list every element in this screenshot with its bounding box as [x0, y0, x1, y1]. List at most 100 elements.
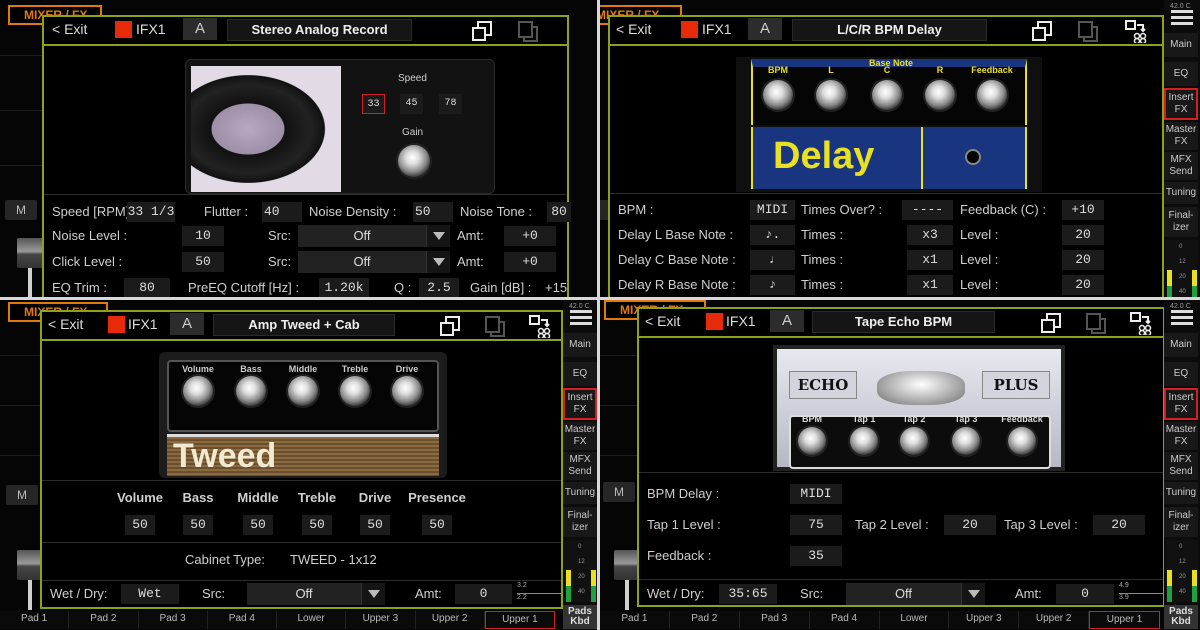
level-value[interactable]: 20 [1062, 275, 1104, 295]
q-value[interactable]: 2.5 [419, 278, 459, 297]
base-note-value[interactable]: ♩ [750, 250, 795, 270]
click-amt-value[interactable]: +0 [504, 252, 556, 272]
tab-pad-4[interactable]: Pad 4 [207, 611, 277, 629]
tap-2-knob[interactable] [900, 427, 928, 455]
c-knob[interactable] [872, 80, 902, 110]
volume-knob[interactable] [183, 376, 213, 406]
gain-db-value[interactable]: +15 [545, 278, 567, 297]
cabinet-type-value[interactable]: TWEED - 1x12 [290, 550, 377, 570]
sidebar-item-final-izer[interactable]: Final-izer [1164, 507, 1198, 537]
middle-knob[interactable] [288, 376, 318, 406]
bass-value[interactable]: 50 [183, 515, 213, 535]
tab-upper-1[interactable]: Upper 1 [484, 611, 555, 629]
pads-kbd-button[interactable]: Pads Kbd [563, 605, 597, 629]
bpm-delay-value[interactable]: MIDI [790, 484, 842, 504]
tap-3-knob[interactable] [952, 427, 980, 455]
times-value[interactable]: x1 [907, 250, 953, 270]
tab-pad-1[interactable]: Pad 1 [0, 611, 70, 629]
feedback-value[interactable]: 35 [790, 546, 842, 566]
click-level-value[interactable]: 50 [182, 252, 224, 272]
pads-kbd-button[interactable]: Pads Kbd [1164, 605, 1198, 629]
tap3-level-value[interactable]: 20 [1093, 515, 1145, 535]
sidebar-item-mfx-send[interactable]: MFX Send [1164, 152, 1198, 180]
exit-button[interactable]: < Exit [52, 21, 87, 37]
bass-knob[interactable] [236, 376, 266, 406]
sidebar-item-tuning[interactable]: Tuning [1164, 482, 1198, 504]
treble-knob[interactable] [340, 376, 370, 406]
noise-density-value[interactable]: 50 [413, 202, 453, 222]
base-note-value[interactable]: ♪. [750, 225, 795, 245]
effect-title[interactable]: Stereo Analog Record [227, 19, 412, 41]
drive-value[interactable]: 50 [360, 515, 390, 535]
sidebar-item-mfx-send[interactable]: MFX Send [563, 452, 597, 480]
copy-icon[interactable] [1039, 311, 1063, 335]
sidebar-item-main[interactable]: Main [1164, 33, 1198, 57]
paste-icon[interactable] [1084, 311, 1108, 335]
middle-value[interactable]: 50 [243, 515, 273, 535]
bpm-knob[interactable] [763, 80, 793, 110]
effect-title[interactable]: Tape Echo BPM [812, 311, 995, 333]
feedback-knob[interactable] [1008, 427, 1036, 455]
mute-button[interactable]: M [5, 200, 37, 220]
tab-upper-2[interactable]: Upper 2 [415, 611, 485, 629]
sidebar-item-final-izer[interactable]: Final-izer [563, 507, 597, 537]
noise-tone-value[interactable]: 80 [547, 202, 571, 222]
paste-icon[interactable] [483, 314, 507, 338]
feedback-c-value[interactable]: +10 [1062, 200, 1104, 220]
volume-value[interactable]: 50 [125, 515, 155, 535]
presence-value[interactable]: 50 [422, 515, 452, 535]
exit-button[interactable]: < Exit [645, 313, 680, 329]
sidebar-item-insert-fx[interactable]: Insert FX [563, 388, 597, 420]
noise-src-dropdown[interactable]: Off [298, 225, 450, 247]
sidebar-item-insert-fx[interactable]: Insert FX [1164, 88, 1198, 120]
copy-icon[interactable] [438, 314, 462, 338]
speed-78-button[interactable]: 78 [439, 94, 462, 114]
variant-button[interactable]: A [770, 310, 804, 332]
click-src-dropdown[interactable]: Off [298, 251, 450, 273]
bpm-value[interactable]: MIDI [750, 200, 795, 220]
tap2-level-value[interactable]: 20 [944, 515, 996, 535]
level-value[interactable]: 20 [1062, 250, 1104, 270]
sidebar-item-tuning[interactable]: Tuning [1164, 182, 1198, 204]
flutter-value[interactable]: 40 [262, 202, 302, 222]
fader-handle[interactable] [17, 238, 43, 268]
sidebar-item-final-izer[interactable]: Final-izer [1164, 207, 1198, 237]
drive-knob[interactable] [392, 376, 422, 406]
paste-icon[interactable] [1076, 19, 1100, 43]
routing-icon[interactable] [1129, 311, 1153, 335]
sidebar-item-insert-fx[interactable]: Insert FX [1164, 388, 1198, 420]
tab-pad-2[interactable]: Pad 2 [669, 611, 740, 629]
sidebar-item-main[interactable]: Main [1164, 333, 1198, 357]
tab-upper-1[interactable]: Upper 1 [1089, 611, 1160, 629]
effect-title[interactable]: Amp Tweed + Cab [213, 314, 395, 336]
variant-button[interactable]: A [748, 18, 782, 40]
sidebar-item-mfx-send[interactable]: MFX Send [1164, 452, 1198, 480]
times-value[interactable]: x1 [907, 275, 953, 295]
sidebar-item-master-fx[interactable]: Master FX [1164, 122, 1198, 150]
tab-pad-3[interactable]: Pad 3 [138, 611, 208, 629]
dropdown-arrow-icon[interactable] [426, 251, 450, 273]
tap1-level-value[interactable]: 75 [790, 515, 842, 535]
menu-icon[interactable] [570, 310, 592, 326]
speed-45-button[interactable]: 45 [400, 94, 423, 114]
menu-icon[interactable] [1171, 310, 1193, 326]
noise-amt-value[interactable]: +0 [504, 226, 556, 246]
amt-value[interactable]: 0 [455, 584, 512, 604]
dropdown-arrow-icon[interactable] [361, 583, 385, 605]
tab-pad-1[interactable]: Pad 1 [600, 611, 670, 629]
gain-knob[interactable] [398, 145, 430, 177]
tab-lower[interactable]: Lower [277, 611, 347, 629]
sidebar-item-eq[interactable]: EQ [563, 362, 597, 386]
mute-button[interactable]: M [6, 485, 38, 505]
base-note-value[interactable]: ♪ [750, 275, 795, 295]
paste-icon[interactable] [516, 19, 540, 43]
tab-upper-2[interactable]: Upper 2 [1019, 611, 1090, 629]
preeq-cutoff-value[interactable]: 1.20k [319, 278, 369, 297]
dropdown-arrow-icon[interactable] [961, 583, 985, 605]
tab-pad-2[interactable]: Pad 2 [69, 611, 139, 629]
src-dropdown[interactable]: Off [247, 583, 385, 605]
feedback-knob[interactable] [977, 80, 1007, 110]
eq-trim-value[interactable]: 80 [124, 278, 170, 297]
bpm-knob[interactable] [798, 427, 826, 455]
menu-icon[interactable] [1171, 10, 1193, 26]
